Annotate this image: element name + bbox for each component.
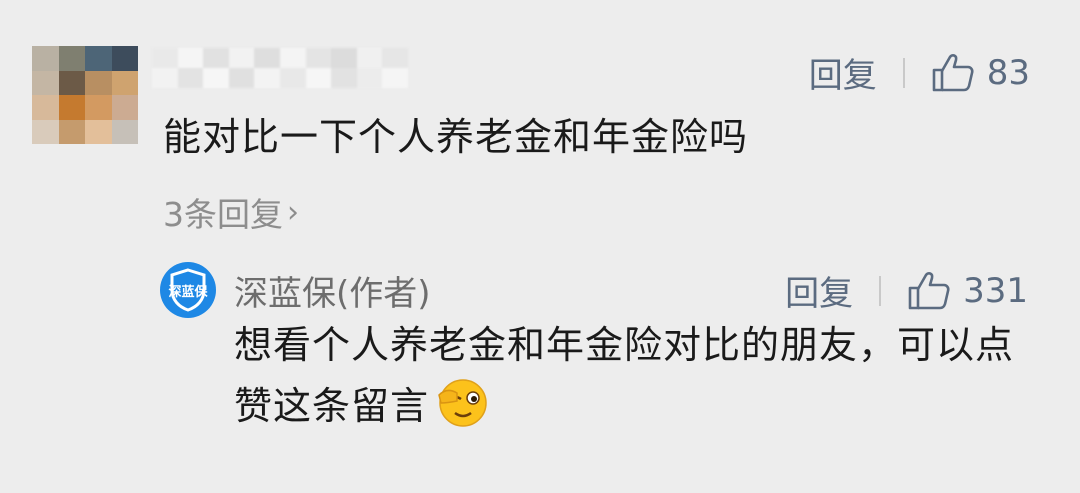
chevron-right-icon: ›: [287, 194, 299, 230]
username-blurred: [152, 48, 408, 88]
avatar[interactable]: [32, 46, 138, 144]
reply-text: 想看个人养老金和年金险对比的朋友，可以点赞这条留言: [234, 318, 1044, 444]
comment-actions: 回复 83: [809, 48, 1030, 97]
like-button[interactable]: 83: [931, 53, 1030, 93]
view-replies-label: 3条回复: [163, 195, 283, 234]
comment-text: 能对比一下个人养老金和年金险吗: [163, 115, 749, 159]
author-avatar[interactable]: 深蓝保: [160, 262, 216, 318]
divider: [902, 57, 905, 88]
like-count: 331: [963, 270, 1028, 311]
thumbs-up-icon: [908, 271, 950, 309]
divider: [879, 275, 882, 306]
thumbs-up-icon: [932, 53, 974, 91]
like-button[interactable]: 331: [907, 271, 1028, 311]
reply-text-content: 想看个人养老金和年金险对比的朋友，可以点赞这条留言: [234, 323, 1015, 428]
author-name[interactable]: 深蓝保(作者): [234, 266, 431, 315]
shield-icon: 深蓝保: [168, 268, 208, 312]
svg-text:深蓝保: 深蓝保: [168, 284, 208, 300]
view-replies-link[interactable]: 3条回复 ›: [163, 188, 299, 236]
like-count: 83: [986, 52, 1030, 93]
wink-emoji-icon: [433, 373, 489, 444]
reply-actions: 回复 331: [785, 266, 1028, 315]
reply-button[interactable]: 回复: [809, 48, 877, 97]
reply-button[interactable]: 回复: [785, 266, 853, 315]
